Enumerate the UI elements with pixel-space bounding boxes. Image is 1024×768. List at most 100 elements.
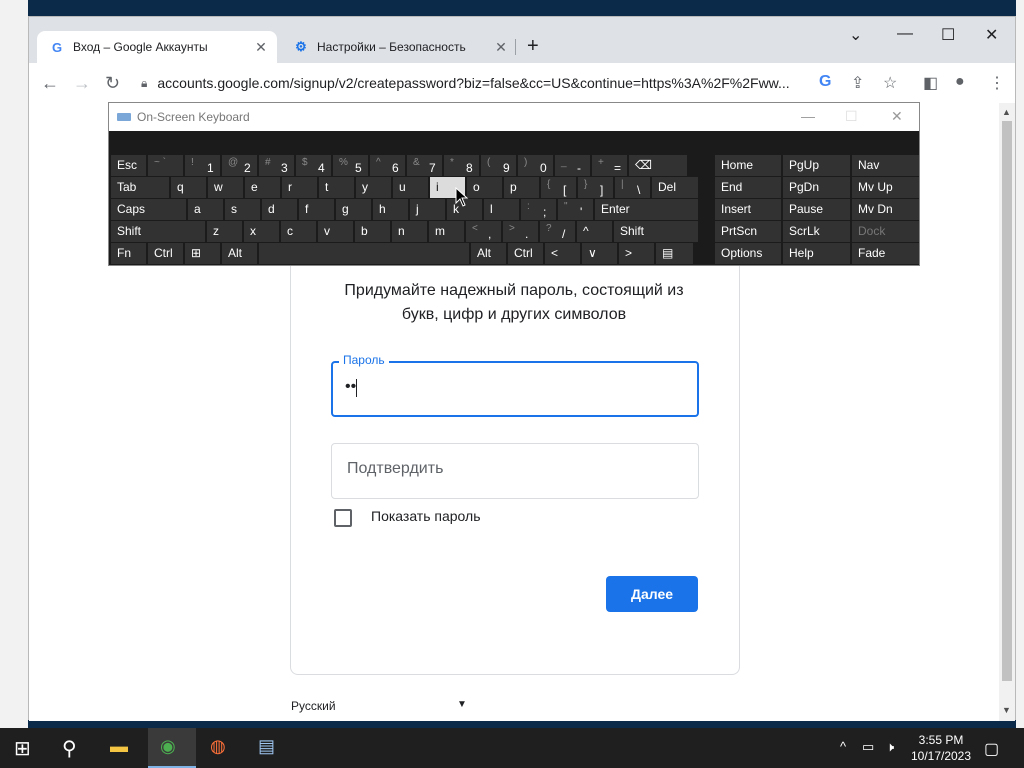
key-n[interactable]: n	[392, 221, 427, 242]
key-[interactable]: | \	[615, 177, 650, 198]
key-[interactable]: ^	[577, 221, 612, 242]
key-[interactable]: ⊞	[185, 243, 220, 264]
key-[interactable]: >	[619, 243, 654, 264]
tab-close-icon[interactable]: ✕	[251, 39, 271, 56]
key-ctrl[interactable]: Ctrl	[508, 243, 543, 264]
key-a[interactable]: a	[188, 199, 223, 220]
key-pause[interactable]: Pause	[783, 199, 850, 220]
notifications-icon[interactable]: ▢	[984, 739, 999, 759]
minimize-button[interactable]: —	[897, 25, 913, 43]
key-fn[interactable]: Fn	[111, 243, 146, 264]
clock[interactable]: 3:55 PM 10/17/2023	[906, 732, 976, 764]
key-y[interactable]: y	[356, 177, 391, 198]
key-[interactable]: >.	[503, 221, 538, 242]
key-[interactable]: ∨	[582, 243, 617, 264]
key-1[interactable]: ! 1	[185, 155, 220, 176]
scroll-down-icon[interactable]: ▼	[1002, 705, 1011, 715]
tab-close-icon[interactable]: ✕	[491, 39, 511, 56]
key-p[interactable]: p	[504, 177, 539, 198]
password-field[interactable]	[331, 361, 699, 417]
key-d[interactable]: d	[262, 199, 297, 220]
key-b[interactable]: b	[355, 221, 390, 242]
key-alt[interactable]: Alt	[222, 243, 257, 264]
tray-chevron-icon[interactable]: ^	[840, 739, 846, 754]
show-password-label[interactable]: Показать пароль	[371, 508, 481, 524]
network-icon[interactable]: ▭	[862, 739, 874, 755]
key-m[interactable]: m	[429, 221, 464, 242]
key-alt[interactable]: Alt	[471, 243, 506, 264]
key-5[interactable]: % 5	[333, 155, 368, 176]
key-[interactable]: :;	[521, 199, 556, 220]
key-mv-up[interactable]: Mv Up	[852, 177, 919, 198]
key-nav[interactable]: Nav	[852, 155, 919, 176]
key-mv-dn[interactable]: Mv Dn	[852, 199, 919, 220]
key-shift[interactable]: Shift	[111, 221, 205, 242]
key-fade[interactable]: Fade	[852, 243, 919, 264]
key-scrlk[interactable]: ScrLk	[783, 221, 850, 242]
key-v[interactable]: v	[318, 221, 353, 242]
key-9[interactable]: (9	[481, 155, 516, 176]
search-icon[interactable]: ⚲	[62, 736, 77, 761]
volume-muted-icon[interactable]: 🕨︎	[886, 739, 894, 755]
key-home[interactable]: Home	[715, 155, 781, 176]
tab-settings-security[interactable]: ⚙ Настройки – Безопасность ✕	[281, 31, 517, 63]
close-window-button[interactable]: ✕	[985, 25, 998, 45]
key-prtscn[interactable]: PrtScn	[715, 221, 781, 242]
windows-start-icon[interactable]: ⊞	[14, 736, 31, 761]
key-options[interactable]: Options	[715, 243, 781, 264]
back-icon[interactable]: ←	[41, 73, 59, 94]
key-o[interactable]: o	[467, 177, 502, 198]
firefox-icon[interactable]: ◍	[210, 736, 226, 757]
tab-search-icon[interactable]: ⌄	[849, 25, 862, 45]
key-[interactable]: ▤	[656, 243, 693, 264]
chrome-icon[interactable]: ◉	[160, 736, 176, 757]
file-explorer-icon[interactable]: ▬	[110, 736, 128, 757]
profile-avatar-icon[interactable]: ●	[955, 73, 965, 91]
key-7[interactable]: & 7	[407, 155, 442, 176]
remote-desktop-icon[interactable]: ▤	[258, 736, 275, 757]
key-[interactable]: _ -	[555, 155, 590, 176]
scroll-thumb[interactable]	[1002, 121, 1012, 681]
page-scrollbar[interactable]: ▲ ▼	[999, 103, 1015, 721]
address-bar[interactable]: 🔒︎ accounts.google.com/signup/v2/createp…	[141, 69, 841, 97]
key-j[interactable]: j	[410, 199, 445, 220]
key-f[interactable]: f	[299, 199, 334, 220]
key-w[interactable]: w	[208, 177, 243, 198]
osk-minimize-button[interactable]: —	[801, 108, 815, 124]
reload-icon[interactable]: ↻	[105, 73, 120, 94]
key-t[interactable]: t	[319, 177, 354, 198]
key-[interactable]: " '	[558, 199, 593, 220]
key-space[interactable]: ~ `	[148, 155, 183, 176]
key-[interactable]: }]	[578, 177, 613, 198]
key-4[interactable]: $4	[296, 155, 331, 176]
key-q[interactable]: q	[171, 177, 206, 198]
google-lens-icon[interactable]: G	[819, 73, 831, 91]
key-3[interactable]: #3	[259, 155, 294, 176]
key-g[interactable]: g	[336, 199, 371, 220]
next-button[interactable]: Далее	[606, 576, 698, 612]
key-[interactable]: ⌫	[629, 155, 687, 176]
key-[interactable]: {[	[541, 177, 576, 198]
key-insert[interactable]: Insert	[715, 199, 781, 220]
maximize-button[interactable]: ☐	[941, 25, 955, 45]
key-r[interactable]: r	[282, 177, 317, 198]
scroll-up-icon[interactable]: ▲	[1002, 107, 1011, 117]
key-space[interactable]	[259, 243, 469, 264]
show-password-checkbox[interactable]	[334, 509, 352, 527]
key-c[interactable]: c	[281, 221, 316, 242]
dropdown-arrow-icon[interactable]: ▼	[457, 699, 467, 710]
key-tab[interactable]: Tab	[111, 177, 169, 198]
forward-icon[interactable]: →	[73, 73, 91, 94]
share-icon[interactable]: ⇪	[851, 73, 864, 93]
key-l[interactable]: l	[484, 199, 519, 220]
key-s[interactable]: s	[225, 199, 260, 220]
key-del[interactable]: Del	[652, 177, 698, 198]
key-pgdn[interactable]: PgDn	[783, 177, 850, 198]
key-end[interactable]: End	[715, 177, 781, 198]
side-panel-icon[interactable]: ◧	[923, 73, 938, 93]
key-[interactable]: <,	[466, 221, 501, 242]
key-esc[interactable]: Esc	[111, 155, 146, 176]
tab-google-signin[interactable]: G Вход – Google Аккаунты ✕	[37, 31, 277, 63]
language-selector[interactable]: Русский	[291, 699, 336, 713]
key-[interactable]: + =	[592, 155, 627, 176]
